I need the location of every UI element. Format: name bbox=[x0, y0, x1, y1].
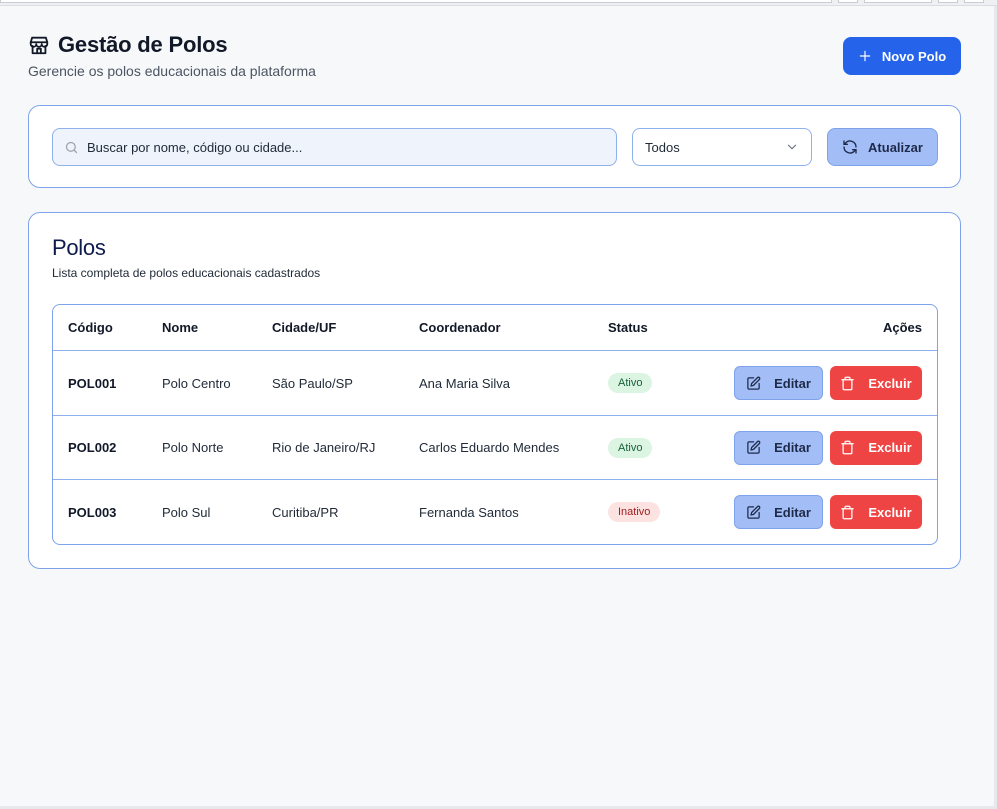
status-badge: Ativo bbox=[608, 437, 653, 458]
status-badge: Ativo bbox=[608, 373, 653, 393]
delete-button[interactable]: Excluir bbox=[830, 430, 922, 465]
trash-icon bbox=[840, 376, 855, 391]
row-code: POL003 bbox=[68, 504, 117, 520]
row-city: Rio de Janeiro/RJ bbox=[272, 440, 376, 455]
row-status: Ativo bbox=[608, 416, 653, 479]
row-actions: Editar Excluir bbox=[734, 416, 922, 479]
refresh-label: Atualizar bbox=[868, 139, 923, 155]
list-subtitle: Lista completa de polos educacionais cad… bbox=[52, 266, 321, 280]
list-title: Polos bbox=[52, 235, 106, 260]
filter-card: Todos Atualizar bbox=[28, 105, 961, 188]
row-actions: Editar Excluir bbox=[734, 480, 922, 544]
store-icon bbox=[28, 34, 50, 56]
column-header-coordinator[interactable]: Coordenador bbox=[419, 305, 501, 350]
edit-icon bbox=[746, 505, 761, 520]
row-actions: Editar Excluir bbox=[734, 351, 922, 415]
row-city: Curitiba/PR bbox=[272, 504, 339, 520]
delete-label: Excluir bbox=[868, 440, 912, 455]
edit-icon bbox=[746, 440, 761, 455]
table-row: POL002 Polo Norte Rio de Janeiro/RJ Carl… bbox=[53, 416, 937, 480]
toolbar-button-fragment bbox=[964, 0, 984, 3]
column-header-city[interactable]: Cidade/UF bbox=[272, 305, 336, 350]
search-icon bbox=[64, 140, 79, 155]
address-bar-fragment bbox=[0, 0, 832, 3]
row-name: Polo Centro bbox=[162, 375, 231, 391]
page-title: Gestão de Polos bbox=[58, 32, 228, 57]
row-status: Ativo bbox=[608, 351, 653, 415]
plus-icon bbox=[858, 49, 872, 63]
chevron-down-icon bbox=[785, 140, 799, 154]
edit-label: Editar bbox=[774, 504, 811, 520]
new-polo-label: Novo Polo bbox=[881, 48, 947, 64]
delete-button[interactable]: Excluir bbox=[830, 366, 922, 400]
browser-top-strip bbox=[0, 0, 997, 6]
row-coordinator: Carlos Eduardo Mendes bbox=[419, 440, 560, 455]
page-header: Gestão de Polos bbox=[28, 32, 228, 58]
table-header-row: Código Nome Cidade/UF Coordenador Status… bbox=[53, 305, 937, 351]
row-coordinator: Ana Maria Silva bbox=[419, 375, 511, 391]
edit-button[interactable]: Editar bbox=[734, 366, 823, 400]
toolbar-button-fragment bbox=[938, 0, 958, 3]
row-status: Inativo bbox=[608, 480, 661, 544]
new-polo-button[interactable]: Novo Polo bbox=[843, 37, 961, 75]
polos-list-card: Polos Lista completa de polos educaciona… bbox=[28, 212, 961, 569]
status-select[interactable]: Todos bbox=[632, 128, 812, 166]
trash-icon bbox=[840, 440, 855, 455]
row-code: POL002 bbox=[68, 440, 117, 455]
column-header-status[interactable]: Status bbox=[608, 305, 648, 350]
toolbar-button-fragment bbox=[864, 0, 932, 3]
column-header-code[interactable]: Código bbox=[68, 305, 113, 350]
column-header-name[interactable]: Nome bbox=[162, 305, 198, 350]
edit-button[interactable]: Editar bbox=[734, 495, 823, 529]
delete-label: Excluir bbox=[868, 504, 912, 520]
table-row: POL003 Polo Sul Curitiba/PR Fernanda San… bbox=[53, 480, 937, 544]
row-name: Polo Norte bbox=[162, 440, 224, 455]
search-input[interactable] bbox=[87, 139, 587, 155]
edit-label: Editar bbox=[774, 440, 811, 455]
row-name: Polo Sul bbox=[162, 504, 211, 520]
search-box[interactable] bbox=[52, 128, 617, 166]
delete-label: Excluir bbox=[868, 375, 912, 391]
column-header-actions: Ações bbox=[882, 320, 922, 335]
edit-button[interactable]: Editar bbox=[734, 430, 823, 465]
toolbar-button-fragment bbox=[838, 0, 858, 3]
status-select-value: Todos bbox=[645, 139, 680, 155]
row-code: POL001 bbox=[68, 375, 117, 391]
polos-table: Código Nome Cidade/UF Coordenador Status… bbox=[52, 304, 938, 545]
refresh-icon bbox=[842, 139, 858, 155]
delete-button[interactable]: Excluir bbox=[830, 495, 922, 529]
page-subtitle: Gerencie os polos educacionais da plataf… bbox=[28, 63, 316, 79]
trash-icon bbox=[840, 505, 855, 520]
row-city: São Paulo/SP bbox=[272, 375, 353, 391]
edit-icon bbox=[746, 376, 761, 391]
edit-label: Editar bbox=[774, 375, 811, 391]
table-row: POL001 Polo Centro São Paulo/SP Ana Mari… bbox=[53, 351, 937, 416]
status-badge: Inativo bbox=[608, 502, 661, 522]
refresh-button[interactable]: Atualizar bbox=[827, 128, 938, 166]
row-coordinator: Fernanda Santos bbox=[419, 504, 519, 520]
